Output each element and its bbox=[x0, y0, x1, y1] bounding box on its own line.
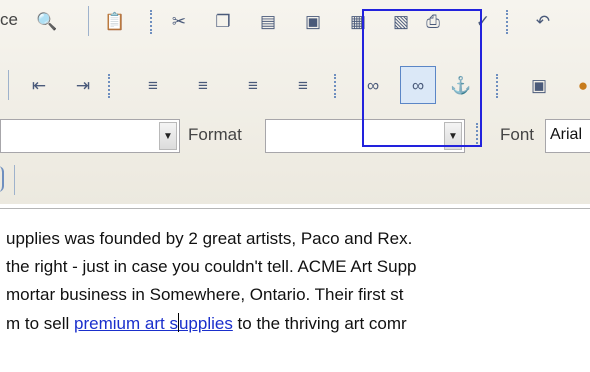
toolbar-grip[interactable] bbox=[108, 74, 114, 98]
link-text-part: premium art s bbox=[74, 314, 178, 333]
align-right-icon[interactable]: ≡ bbox=[240, 72, 266, 98]
toolbar-grip[interactable] bbox=[150, 10, 156, 34]
editor-line: mortar business in Somewhere, Ontario. T… bbox=[6, 285, 404, 304]
font-label: Font bbox=[500, 125, 535, 144]
editor-content-area[interactable]: upplies was founded by 2 great artists, … bbox=[0, 208, 590, 372]
font-combo[interactable]: Arial bbox=[545, 119, 590, 153]
line-text: m to sell bbox=[6, 314, 75, 333]
justify-icon[interactable]: ≡ bbox=[290, 72, 316, 98]
toolbar-row-1: ce 🔍 📋 ✂ ❐ ▤ ▣ ▦ ▧ ⎙ ✓ ↶ bbox=[0, 0, 590, 48]
separator bbox=[14, 165, 15, 195]
chevron-down-icon[interactable]: ▼ bbox=[159, 122, 177, 150]
cut-icon[interactable]: ✂ bbox=[166, 8, 192, 34]
toolbar-end-cap bbox=[0, 166, 4, 192]
paste-word-icon[interactable]: ▣ bbox=[300, 8, 326, 34]
toolbar-area: ce 🔍 📋 ✂ ❐ ▤ ▣ ▦ ▧ ⎙ ✓ ↶ ⇤ ⇥ ≡ ≡ ≡ ≡ ∞ ∞… bbox=[0, 0, 590, 204]
align-left-icon[interactable]: ≡ bbox=[140, 72, 166, 98]
source-button-label[interactable]: ce bbox=[0, 10, 18, 30]
separator bbox=[88, 6, 89, 36]
separator bbox=[8, 70, 9, 100]
premium-art-supplies-link[interactable]: premium art supplies bbox=[74, 313, 233, 333]
outdent-icon[interactable]: ⇤ bbox=[26, 72, 52, 98]
style-combo[interactable]: ▼ bbox=[0, 119, 180, 153]
editor-line: upplies was founded by 2 great artists, … bbox=[6, 229, 413, 248]
copy-icon[interactable]: ❐ bbox=[210, 8, 236, 34]
paste-text-icon[interactable]: 📋 bbox=[102, 8, 128, 34]
align-center-icon[interactable]: ≡ bbox=[190, 72, 216, 98]
toolbar-grip[interactable] bbox=[334, 74, 340, 98]
preview-icon[interactable]: 🔍 bbox=[34, 8, 60, 34]
editor-line: the right - just in case you couldn't te… bbox=[6, 257, 417, 276]
line-text: to the thriving art comr bbox=[232, 314, 407, 333]
undo-icon[interactable]: ↶ bbox=[530, 8, 556, 34]
paste-icon[interactable]: ▤ bbox=[255, 8, 281, 34]
indent-icon[interactable]: ⇥ bbox=[70, 72, 96, 98]
toolbar-row-4 bbox=[0, 160, 590, 200]
toolbar-row-3: ▼ Format ▼ Font Arial bbox=[0, 115, 590, 158]
editor-line: m to sell premium art supplies to the th… bbox=[6, 313, 407, 334]
toolbar-grip[interactable] bbox=[506, 10, 512, 34]
font-combo-value: Arial bbox=[550, 126, 583, 143]
link-text-part: upplies bbox=[178, 314, 233, 333]
toolbar-row-2: ⇤ ⇥ ≡ ≡ ≡ ≡ ∞ bbox=[0, 60, 590, 112]
annotation-highlight-box bbox=[362, 9, 482, 147]
format-label: Format bbox=[188, 125, 242, 144]
